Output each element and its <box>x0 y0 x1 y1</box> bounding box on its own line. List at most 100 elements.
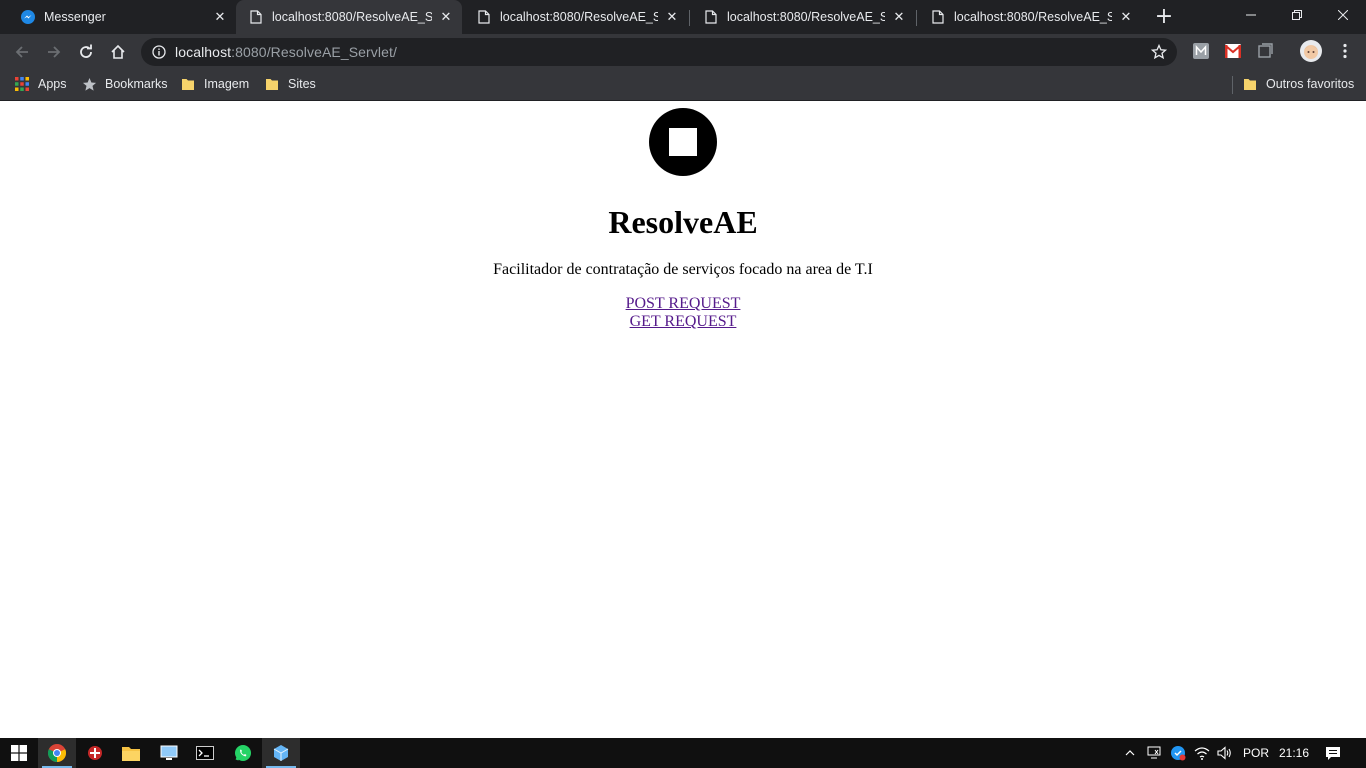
get-request-link[interactable]: GET REQUEST <box>630 313 737 331</box>
url-path: :8080/ResolveAE_Servlet/ <box>231 44 397 60</box>
bookmark-sites[interactable]: Sites <box>264 70 316 98</box>
tab-strip: Messenger ✕ localhost:8080/ResolveAE_Ser… <box>0 0 1366 34</box>
start-button[interactable] <box>0 738 38 768</box>
bookmark-imagem[interactable]: Imagem <box>180 70 249 98</box>
tab-title: localhost:8080/ResolveAE_Servlet/ <box>500 10 658 24</box>
taskbar-app-box[interactable] <box>262 738 300 768</box>
folder-icon <box>264 76 280 92</box>
minimize-button[interactable] <box>1228 0 1274 30</box>
gmail-icon[interactable] <box>1224 42 1242 60</box>
request-links: POST REQUEST GET REQUEST <box>0 295 1366 331</box>
tab-title: localhost:8080/ResolveAE_Servlet/ <box>272 10 432 24</box>
post-request-link[interactable]: POST REQUEST <box>626 295 741 313</box>
star-icon <box>81 76 97 92</box>
apps-grid-icon <box>14 76 30 92</box>
antivirus-tray-icon[interactable] <box>1168 738 1188 768</box>
clock[interactable]: 21:16 <box>1276 738 1312 768</box>
back-button[interactable] <box>10 40 34 64</box>
minimize-icon <box>1246 14 1256 16</box>
tab-messenger[interactable]: Messenger ✕ <box>12 0 234 34</box>
bookmark-label: Sites <box>288 77 316 91</box>
tab-title: Messenger <box>44 10 106 24</box>
chrome-icon <box>48 744 66 762</box>
close-icon[interactable]: ✕ <box>664 9 680 25</box>
page-icon <box>248 9 264 25</box>
window-extension-icon[interactable] <box>1256 42 1274 60</box>
forward-button[interactable] <box>42 40 66 64</box>
bookmark-label: Apps <box>38 77 67 91</box>
network-status-icon[interactable] <box>1144 738 1164 768</box>
close-window-button[interactable] <box>1320 0 1366 30</box>
tab-separator <box>689 10 690 26</box>
extension-m-icon[interactable] <box>1192 42 1210 60</box>
stop-logo-icon <box>649 108 717 176</box>
tab-resolveae-active[interactable]: localhost:8080/ResolveAE_Servlet/ ✕ <box>236 0 462 34</box>
url-text: localhost:8080/ResolveAE_Servlet/ <box>175 44 397 60</box>
close-icon[interactable]: ✕ <box>1118 9 1134 25</box>
box-icon <box>273 745 289 761</box>
taskbar-terminal[interactable] <box>186 738 224 768</box>
reload-button[interactable] <box>74 40 98 64</box>
new-tab-button[interactable]: + <box>1154 6 1174 28</box>
close-icon[interactable]: ✕ <box>891 9 907 25</box>
reload-icon <box>80 44 92 58</box>
action-center-button[interactable] <box>1318 738 1348 768</box>
menu-kebab-icon[interactable] <box>1336 42 1354 60</box>
taskbar-chrome[interactable] <box>38 738 76 768</box>
bookmark-label: Bookmarks <box>105 77 168 91</box>
home-button[interactable] <box>106 40 130 64</box>
tab-title: localhost:8080/ResolveAE_Servlet/ <box>727 10 885 24</box>
tab-resolveae-2[interactable]: localhost:8080/ResolveAE_Servlet/ ✕ <box>468 0 686 34</box>
info-icon[interactable] <box>151 44 167 60</box>
show-hidden-icons-button[interactable] <box>1120 738 1140 768</box>
bookmark-label: Imagem <box>204 77 250 91</box>
language-indicator[interactable]: POR <box>1240 738 1272 768</box>
page-content: ResolveAE Facilitador de contratação de … <box>0 102 1366 738</box>
tab-resolveae-3[interactable]: localhost:8080/ResolveAE_Servlet/ ✕ <box>695 0 913 34</box>
close-icon[interactable]: ✕ <box>212 9 228 25</box>
folder-icon <box>180 76 196 92</box>
page-title: ResolveAE <box>608 204 758 240</box>
bookmark-label: Outros favoritos <box>1266 77 1355 91</box>
address-bar[interactable]: localhost:8080/ResolveAE_Servlet/ <box>141 38 1177 66</box>
home-icon <box>111 44 125 59</box>
profile-avatar[interactable] <box>1300 40 1322 62</box>
arrow-right-icon <box>48 46 61 58</box>
windows-taskbar: POR 21:16 <box>0 738 1366 768</box>
restore-button[interactable] <box>1274 0 1320 30</box>
folder-icon <box>122 747 140 761</box>
wifi-icon[interactable] <box>1192 738 1212 768</box>
volume-icon[interactable] <box>1215 738 1235 768</box>
close-icon <box>1338 10 1348 20</box>
terminal-icon <box>196 746 214 760</box>
bookmarks-separator <box>1232 76 1233 94</box>
restore-icon <box>1292 10 1302 20</box>
page-icon <box>930 9 946 25</box>
tab-title: localhost:8080/ResolveAE_Servlet/ <box>954 10 1112 24</box>
taskbar-remote-desktop[interactable] <box>150 738 188 768</box>
bookmark-bookmarks[interactable]: Bookmarks <box>81 70 168 98</box>
taskbar-app-red[interactable] <box>76 738 114 768</box>
monitor-icon <box>160 745 178 760</box>
page-description: Facilitador de contratação de serviços f… <box>493 261 873 278</box>
arrow-left-icon <box>15 46 28 58</box>
chevron-up-icon <box>1125 750 1135 756</box>
bookmark-star-icon[interactable] <box>1150 43 1168 60</box>
page-icon <box>703 9 719 25</box>
app-red-icon <box>88 746 102 760</box>
taskbar-whatsapp[interactable] <box>224 738 262 768</box>
notifications-icon <box>1326 747 1340 760</box>
bookmarks-bar: Apps Bookmarks Imagem Sites Outros favor… <box>0 70 1366 101</box>
messenger-icon <box>20 9 36 25</box>
taskbar-file-explorer[interactable] <box>112 738 150 768</box>
whatsapp-icon <box>235 745 251 761</box>
browser-toolbar: localhost:8080/ResolveAE_Servlet/ <box>0 34 1366 70</box>
tab-resolveae-4[interactable]: localhost:8080/ResolveAE_Servlet/ ✕ <box>922 0 1140 34</box>
bookmark-outros-favoritos[interactable]: Outros favoritos <box>1242 70 1354 98</box>
tab-separator <box>916 10 917 26</box>
bookmark-apps[interactable]: Apps <box>14 70 67 98</box>
page-icon <box>476 9 492 25</box>
url-host: localhost <box>175 44 232 60</box>
close-icon[interactable]: ✕ <box>438 9 454 25</box>
folder-icon <box>1242 76 1258 92</box>
